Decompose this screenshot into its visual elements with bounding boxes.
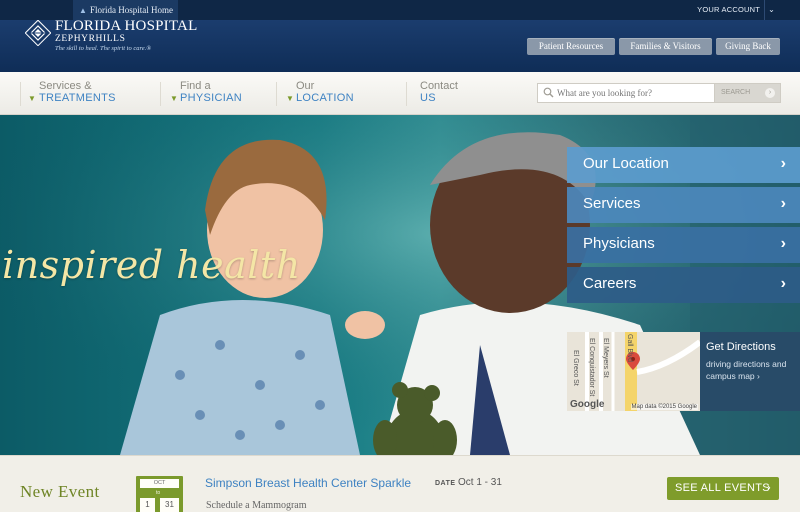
quick-link-label: Physicians	[583, 235, 655, 252]
logo-location: ZEPHYRHILLS	[55, 34, 126, 44]
nav-divider	[406, 82, 407, 106]
street-label: El Conquistador St	[588, 338, 595, 397]
chevron-right-icon: ›	[780, 155, 786, 172]
nav-label-line2: TREATMENTS	[39, 92, 116, 104]
event-title-link[interactable]: Simpson Breast Health Center Sparkle	[205, 476, 411, 490]
chevron-right-icon: ›	[780, 195, 786, 212]
map-thumbnail[interactable]: El Greco St El Conquistador St El Meyers…	[567, 332, 700, 411]
street-label: El Greco St	[572, 350, 579, 386]
nav-label-line2: PHYSICIAN	[180, 92, 242, 104]
logo-tagline: The skill to heal. The spirit to care.®	[55, 45, 152, 52]
directions-description: driving directions and campus map ›	[706, 359, 787, 381]
get-directions-title: Get Directions	[706, 341, 776, 353]
search-box	[537, 83, 715, 103]
search-button-label: SEARCH	[721, 89, 751, 96]
chevron-right-icon: ›	[780, 235, 786, 252]
quick-link-label: Our Location	[583, 155, 669, 172]
event-date-label: DATE	[435, 480, 456, 487]
nav-find-physician[interactable]: ▼ Find a PHYSICIAN	[170, 80, 242, 108]
chevron-right-icon: ›	[767, 482, 771, 494]
event-subtitle: Schedule a Mammogram	[206, 500, 307, 511]
events-bar: New Event OCT to 1 31 Simpson Breast Hea…	[0, 455, 800, 512]
quick-link-careers[interactable]: Careers ›	[567, 267, 800, 303]
nav-label-line1: Contact	[420, 80, 458, 92]
google-logo: Google	[570, 399, 605, 410]
nav-label-line2: LOCATION	[296, 92, 354, 104]
quick-link-our-location[interactable]: Our Location ›	[567, 147, 800, 183]
logo[interactable]: FLORIDA HOSPITAL ZEPHYRHILLS The skill t…	[17, 12, 197, 72]
calendar-month: OCT	[140, 479, 179, 488]
search-icon	[543, 87, 554, 98]
calendar-end-day: 31	[160, 498, 179, 512]
patient-resources-button[interactable]: Patient Resources	[527, 38, 615, 55]
street-label: Gall Blvd	[626, 334, 633, 363]
nav-label-line1: Find a	[180, 80, 211, 92]
quick-link-services[interactable]: Services ›	[567, 187, 800, 223]
nav-divider	[276, 82, 277, 106]
chevron-down-icon: ▼	[170, 94, 178, 103]
nav-contact-us[interactable]: Contact US	[420, 80, 458, 108]
quick-link-physicians[interactable]: Physicians ›	[567, 227, 800, 263]
hospital-logo-icon	[25, 20, 51, 46]
quick-link-label: Careers	[583, 275, 637, 292]
chevron-down-icon: ▼	[28, 94, 36, 103]
new-event-heading: New Event	[20, 482, 100, 501]
giving-back-button[interactable]: Giving Back	[716, 38, 780, 55]
nav-label-line1: Our	[296, 80, 315, 92]
calendar-to: to	[156, 490, 161, 496]
see-all-events-button[interactable]: SEE ALL EVENTS ›	[667, 477, 779, 500]
search-input[interactable]	[557, 84, 713, 102]
event-date: Oct 1 - 31	[458, 477, 502, 488]
nav-label-line1: Services &	[39, 80, 92, 92]
your-account-link[interactable]: YOUR ACCOUNT	[697, 0, 760, 20]
hero-tagline: inspired health	[2, 243, 301, 287]
search-button[interactable]: SEARCH ›	[715, 83, 781, 103]
chevron-right-icon: ›	[780, 275, 786, 292]
nav-label-line2: US	[420, 92, 436, 104]
calendar-start-day: 1	[140, 498, 155, 512]
chevron-down-icon: ▼	[286, 94, 294, 103]
logo-name: FLORIDA HOSPITAL	[55, 18, 198, 34]
nav-divider	[20, 82, 21, 106]
quick-link-label: Services	[583, 195, 641, 212]
nav-our-location[interactable]: ▼ Our LOCATION	[286, 80, 354, 108]
families-visitors-button[interactable]: Families & Visitors	[619, 38, 712, 55]
see-all-events-label: SEE ALL EVENTS	[675, 482, 770, 494]
map-attribution: Map data ©2015 Google	[630, 404, 698, 410]
chevron-down-icon[interactable]: ⌄	[764, 0, 778, 20]
calendar-icon: OCT to 1 31	[136, 476, 183, 512]
nav-divider	[160, 82, 161, 106]
directions-info[interactable]: Get Directions driving directions and ca…	[700, 332, 800, 411]
chevron-right-icon: ›	[765, 88, 775, 98]
site-header: FLORIDA HOSPITAL ZEPHYRHILLS The skill t…	[0, 18, 800, 72]
nav-services-treatments[interactable]: Services & TREATMENTS	[39, 80, 116, 108]
directions-card[interactable]: El Greco St El Conquistador St El Meyers…	[567, 332, 800, 411]
street-label: El Meyers St	[602, 338, 609, 378]
